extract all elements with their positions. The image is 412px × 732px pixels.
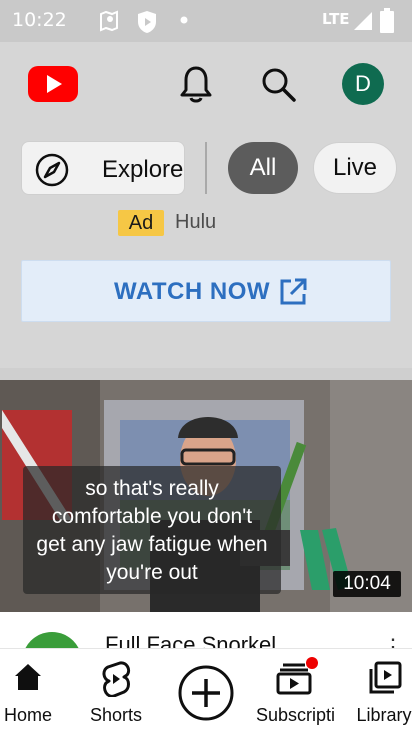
home-icon: [15, 664, 41, 690]
nav-subscriptions[interactable]: Subscriptions: [254, 649, 334, 732]
caption-line: comfortable you don't: [51, 505, 253, 528]
nav-label: Home: [3, 705, 52, 725]
bottom-navigation: Home Shorts Subscriptions Libra: [0, 648, 412, 732]
ad-card: Ad Hulu WATCH NOW: [0, 208, 412, 368]
nav-shorts[interactable]: Shorts: [86, 649, 146, 732]
nav-label: Shorts: [89, 705, 143, 725]
explore-chip[interactable]: Explore: [21, 141, 185, 195]
explore-chip-label: Explore: [102, 156, 184, 183]
search-icon[interactable]: [258, 64, 298, 104]
ad-badge: Ad: [118, 210, 164, 236]
watch-now-label: WATCH NOW: [114, 278, 271, 305]
new-content-badge: [306, 657, 318, 669]
caption-line: you're out: [106, 561, 198, 584]
video-duration: 10:04: [333, 571, 401, 597]
watch-now-button[interactable]: WATCH NOW: [21, 260, 391, 322]
shield-play-icon: [138, 11, 156, 33]
video-title[interactable]: Full Face Snorkel: [105, 632, 276, 648]
notifications-bell-icon[interactable]: [178, 64, 214, 104]
status-bar: 10:22 LTE: [0, 0, 412, 42]
nav-home[interactable]: Home: [0, 649, 56, 732]
ad-advertiser-name: Hulu: [175, 211, 217, 233]
shorts-icon: [102, 661, 131, 697]
video-caption: so that's really comfortable you don't g…: [23, 466, 281, 594]
filter-chips-bar: Explore All Live: [0, 130, 412, 208]
app-bar: D: [0, 42, 412, 130]
signal-icon: [354, 12, 372, 30]
video-thumbnail[interactable]: so that's really comfortable you don't g…: [0, 380, 412, 612]
notification-dot-icon: [180, 16, 188, 24]
maps-icon: [100, 10, 118, 32]
create-plus-icon: [178, 665, 234, 721]
video-info-row: Full Face Snorkel ⋮: [0, 612, 412, 648]
nav-library[interactable]: Library: [356, 649, 412, 732]
nav-create[interactable]: [176, 649, 236, 732]
status-time: 10:22: [12, 9, 67, 31]
account-avatar[interactable]: D: [342, 63, 384, 105]
external-link-icon: [280, 278, 307, 305]
caption-line: so that's really: [85, 477, 219, 500]
library-icon: [369, 661, 402, 694]
all-chip[interactable]: All: [228, 142, 298, 194]
section-separator: [0, 368, 412, 380]
caption-line: get any jaw fatigue when: [36, 533, 268, 556]
compass-icon: [35, 153, 69, 187]
nav-label: Library: [356, 705, 412, 725]
live-chip[interactable]: Live: [313, 142, 397, 194]
battery-icon: [380, 8, 394, 33]
channel-avatar[interactable]: [22, 632, 82, 648]
youtube-logo-icon[interactable]: [28, 66, 78, 102]
more-options-icon[interactable]: ⋮: [382, 634, 404, 648]
chip-divider: [205, 142, 207, 194]
nav-label: Subscriptions: [256, 705, 334, 725]
network-type: LTE: [322, 10, 350, 28]
